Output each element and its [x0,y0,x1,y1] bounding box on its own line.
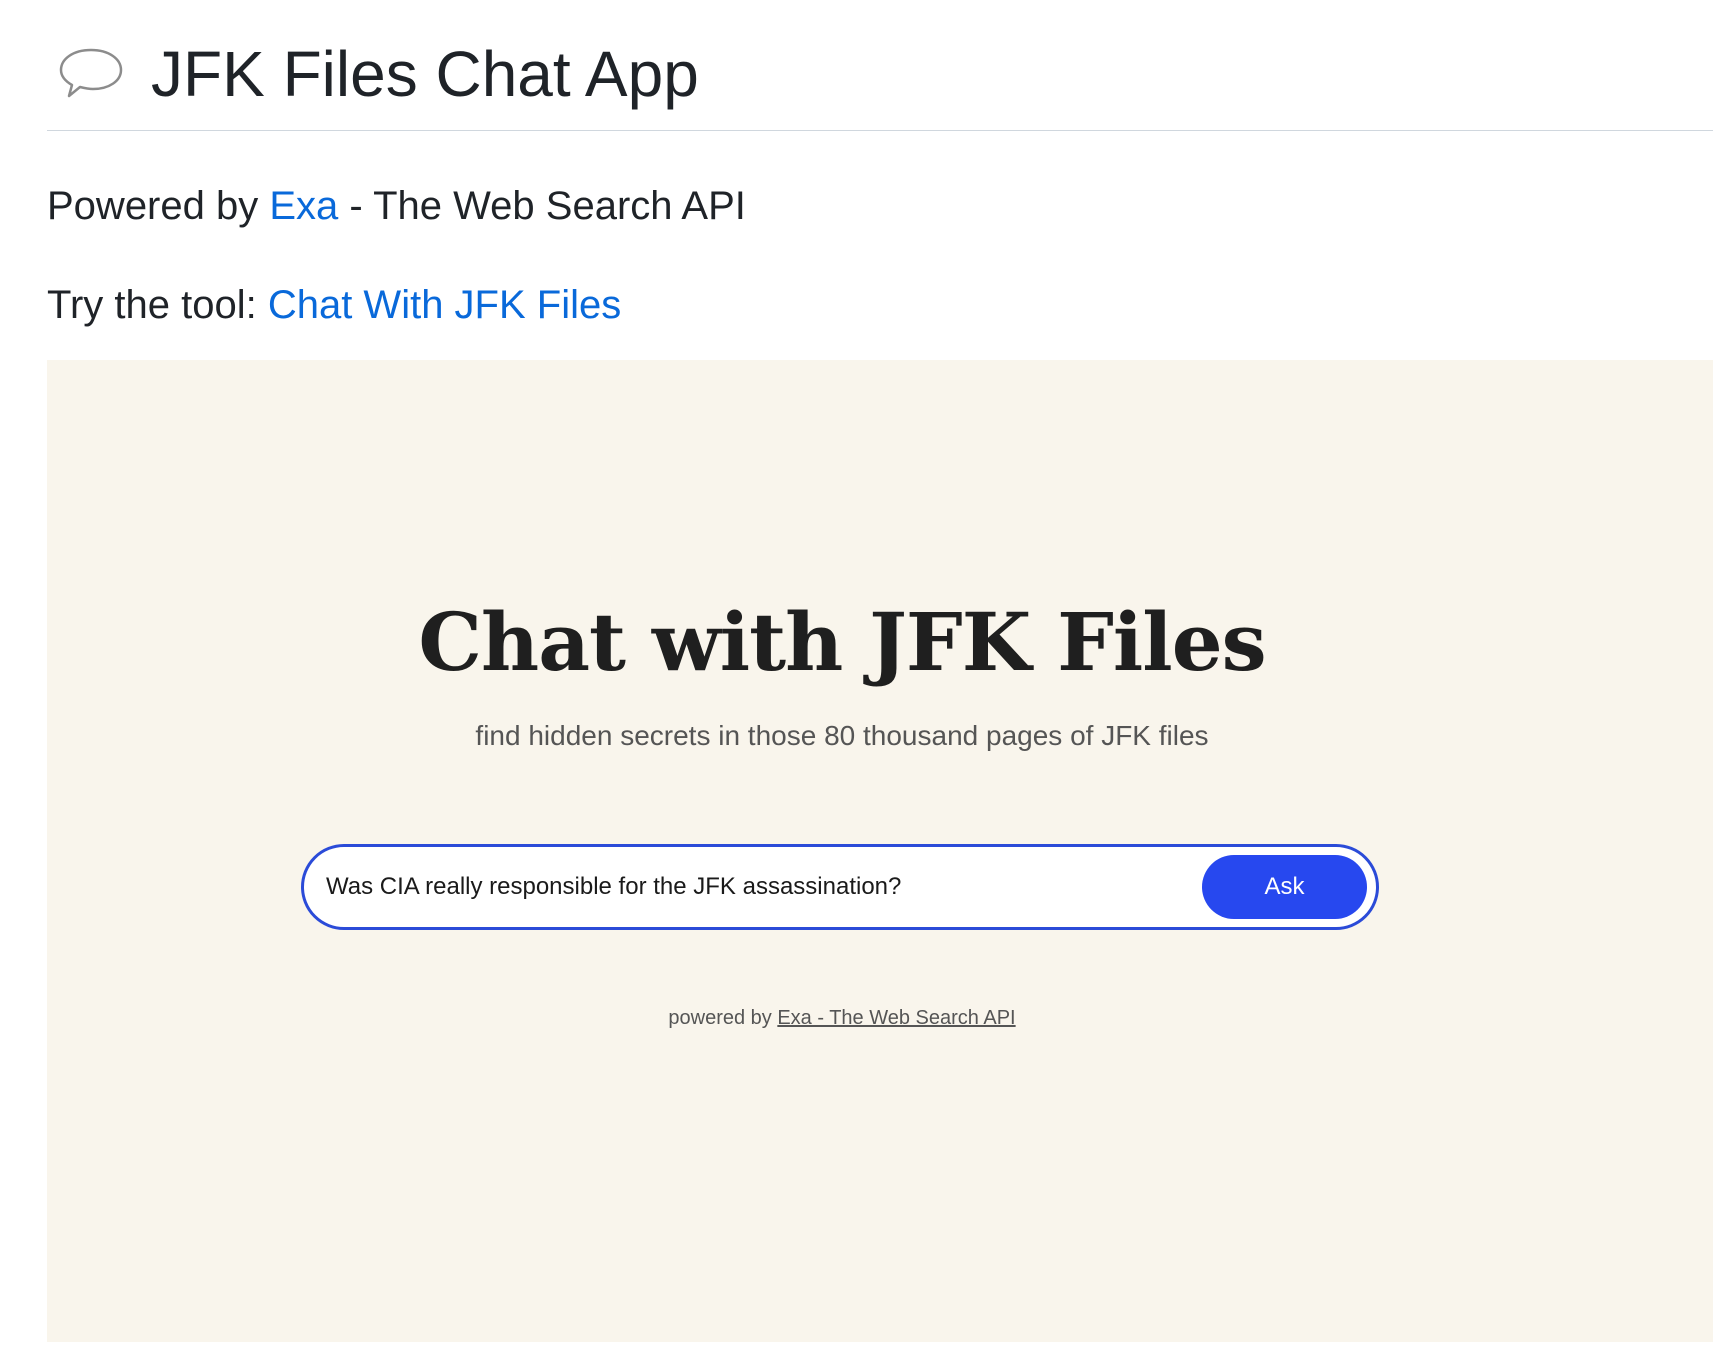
search-bar: Ask [301,844,1379,930]
try-tool-line: Try the tool: Chat With JFK Files [47,279,621,331]
powered-by-prefix: Powered by [47,184,270,228]
page: JFK Files Chat App Powered by Exa - The … [0,0,1733,1345]
question-input[interactable] [326,865,1176,909]
page-title: JFK Files Chat App [151,38,699,110]
ask-button[interactable]: Ask [1202,855,1367,919]
embedded-tool-preview: Chat with JFK Files find hidden secrets … [47,360,1713,1342]
powered-by-line: Powered by Exa - The Web Search API [47,180,746,232]
embed-footer-prefix: powered by [668,1007,778,1029]
try-tool-prefix: Try the tool: [47,283,268,327]
exa-link[interactable]: Exa [269,184,338,228]
page-header: JFK Files Chat App [47,0,1713,131]
embed-title: Chat with JFK Files [418,595,1266,689]
embed-subtitle: find hidden secrets in those 80 thousand… [475,720,1209,751]
chat-with-jfk-files-link[interactable]: Chat With JFK Files [268,283,621,327]
speech-bubble-icon [59,48,123,98]
powered-by-suffix: - The Web Search API [338,184,746,228]
embed-footer: powered by Exa - The Web Search API [47,1004,1637,1032]
exa-footer-link[interactable]: Exa - The Web Search API [777,1007,1015,1029]
